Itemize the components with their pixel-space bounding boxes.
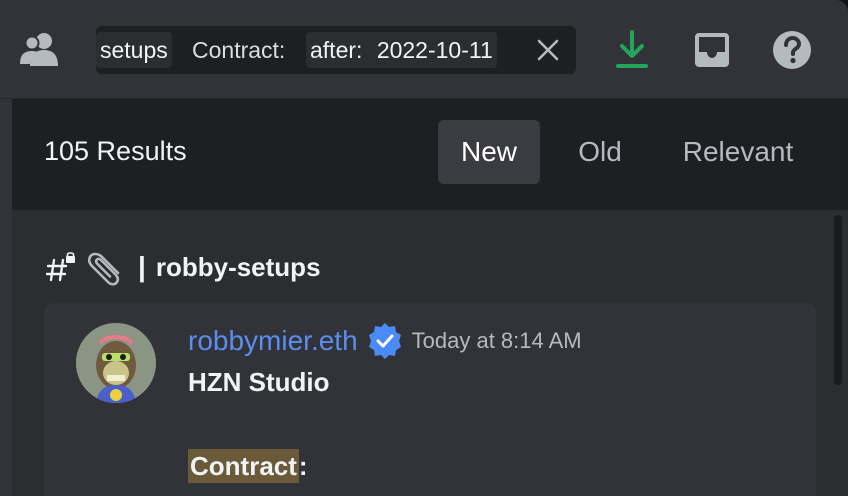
tab-sort-new[interactable]: New xyxy=(438,120,540,184)
download-icon[interactable] xyxy=(612,28,652,72)
channel-header[interactable]: | robby-setups xyxy=(46,247,321,287)
search-chip-after-value: 2022-10-11 xyxy=(376,37,493,63)
search-input[interactable]: setups Contract: after: 2022-10-11 xyxy=(96,26,576,74)
locked-channel-icon xyxy=(46,252,75,282)
ape-avatar-image xyxy=(76,323,156,403)
verified-badge-icon xyxy=(368,323,401,359)
close-icon[interactable] xyxy=(536,38,560,62)
avatar[interactable] xyxy=(76,323,156,403)
message-text-suffix: : xyxy=(298,451,308,481)
message-timestamp: Today at 8:14 AM xyxy=(411,328,582,353)
members-icon[interactable] xyxy=(18,30,62,70)
search-chip-channel[interactable]: setups xyxy=(96,32,172,68)
search-chip-after-label: after: xyxy=(310,37,363,63)
scrollbar[interactable] xyxy=(834,215,842,385)
inbox-icon[interactable] xyxy=(692,30,732,70)
search-result-message[interactable]: robbymier.eth Today at 8:14 AM HZN Studi… xyxy=(44,303,816,496)
search-highlight: Contract xyxy=(188,449,299,483)
channel-separator: | xyxy=(138,251,146,282)
message-text-line: HZN Studio xyxy=(188,367,330,397)
results-count: 105 Results xyxy=(44,136,187,166)
help-icon[interactable] xyxy=(772,30,812,70)
channel-name: robby-setups xyxy=(155,251,321,282)
results-header: 105 Results New Old Relevant xyxy=(12,99,848,210)
search-results-panel: 105 Results New Old Relevant | robby-set… xyxy=(12,99,848,496)
author-name[interactable]: robbymier.eth xyxy=(188,325,358,357)
discord-window: setups Contract: after: 2022-10-11 105 R… xyxy=(0,0,848,496)
search-chip-after[interactable]: after: 2022-10-11 xyxy=(306,32,497,68)
tab-sort-old[interactable]: Old xyxy=(560,120,640,184)
paperclip-icon xyxy=(87,252,120,286)
message-text-line: Contract: xyxy=(188,449,308,483)
message-header: robbymier.eth Today at 8:14 AM xyxy=(188,321,582,361)
tab-sort-relevant[interactable]: Relevant xyxy=(668,120,808,184)
top-toolbar: setups Contract: after: 2022-10-11 xyxy=(0,0,848,99)
search-token-contract: Contract: xyxy=(192,37,286,63)
